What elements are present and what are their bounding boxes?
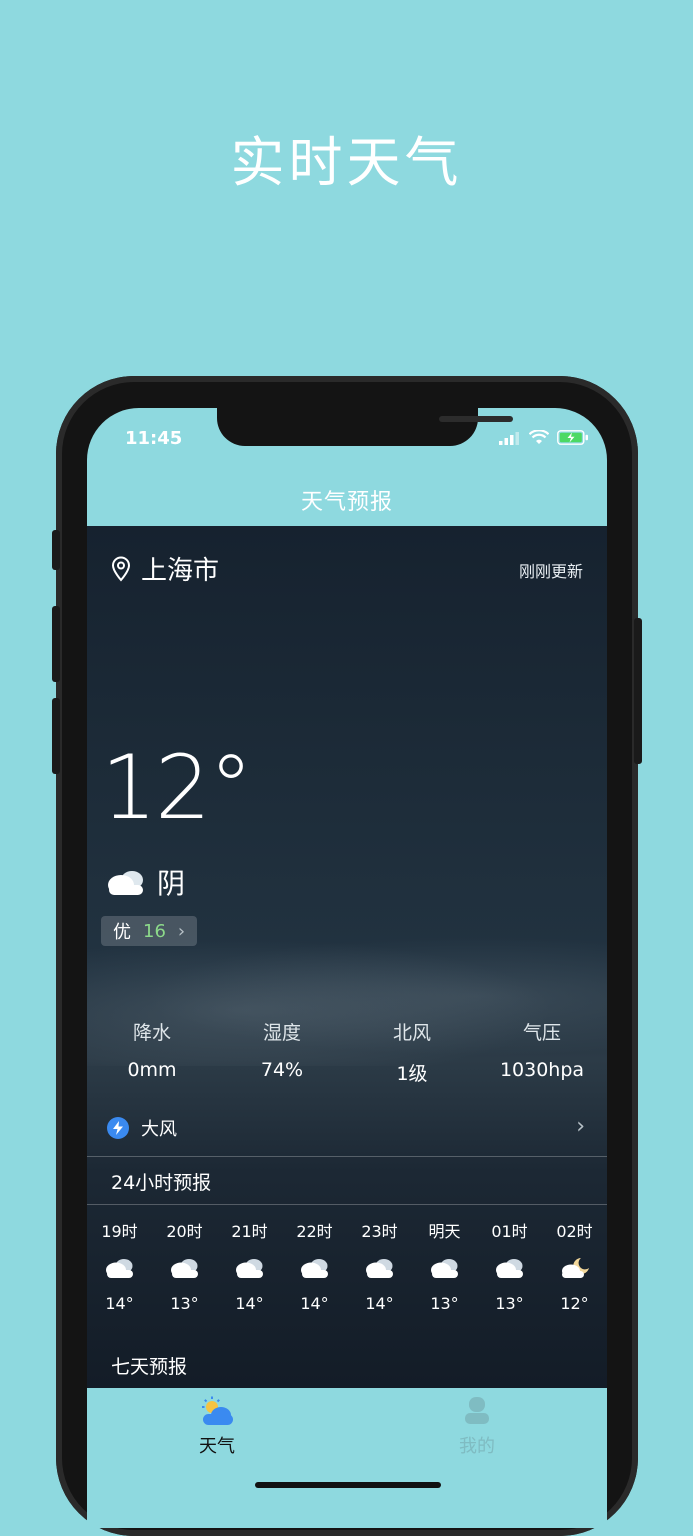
daily-forecast-title: 七天预报 [111,1356,188,1378]
aqi-badge[interactable]: 优 16 › [101,916,198,946]
stat-pressure: 气压 1030hpa [477,1018,607,1086]
tab-label: 我的 [459,1436,495,1457]
stat-label: 湿度 [262,1022,301,1044]
cloudy-night-icon [542,1250,607,1286]
hourly-item: 21时 14° [217,1218,282,1313]
phone-volume-down [52,698,60,774]
condition-row: 阴 [105,862,185,902]
weather-main-panel: 上海市 刚刚更新 12° 阴 优 16 › 降水 0mm 湿度 74% 北风 1… [87,526,607,1388]
hourly-temp: 14° [235,1294,264,1313]
speaker [439,416,513,422]
cloudy-icon [347,1250,412,1286]
hourly-temp: 13° [495,1294,524,1313]
hourly-time: 19时 [101,1222,138,1241]
notch [217,408,513,446]
stat-precipitation: 降水 0mm [87,1018,217,1086]
cloudy-icon [108,871,143,895]
cloudy-icon [412,1250,477,1286]
hourly-temp: 14° [300,1294,329,1313]
home-indicator[interactable] [255,1482,441,1488]
phone-power-button [634,618,642,764]
hourly-time: 21时 [231,1222,268,1241]
hourly-time: 22时 [296,1222,333,1241]
status-time: 11:45 [125,428,183,449]
chevron-right-icon: › [177,920,186,942]
hourly-time: 明天 [428,1222,461,1241]
stat-label: 北风 [392,1022,431,1044]
cloudy-icon [87,1250,152,1286]
hourly-item: 02时 12° [542,1218,607,1313]
phone-screen: 11:45 天气预报 上海市 刚刚更新 12° 阴 优 16 › 降水 0mm … [87,408,607,1528]
wifi-icon [529,430,549,444]
stat-value: 74% [260,1059,304,1081]
tab-me[interactable]: 我的 [417,1396,537,1458]
hourly-temp: 13° [170,1294,199,1313]
city-name: 上海市 [141,556,220,586]
stat-label: 降水 [132,1022,171,1044]
hourly-temp: 14° [105,1294,134,1313]
status-icons [499,430,589,445]
promo-title: 实时天气 [230,131,463,194]
nav-title: 天气预报 [300,490,393,515]
hourly-temp: 14° [365,1294,394,1313]
stat-value: 0mm [127,1059,177,1081]
hourly-item: 22时 14° [282,1218,347,1313]
stat-wind: 北风 1级 [347,1018,477,1086]
hourly-temp: 12° [560,1294,589,1313]
cloudy-icon [152,1250,217,1286]
hourly-forecast-list: 19时 14° 20时 13° 21时 14° 22时 14° 23时 14° 明天 13° 01时 13… [87,1218,607,1313]
stat-humidity: 湿度 74% [217,1018,347,1086]
user-tab-icon [465,1397,489,1424]
stat-label: 气压 [522,1022,561,1044]
tab-label: 天气 [199,1436,235,1457]
aqi-label: 优 [113,922,131,943]
phone-mute-switch [52,530,60,570]
aqi-value: 16 [143,920,166,942]
cloudy-icon [477,1250,542,1286]
update-status: 刚刚更新 [518,562,583,581]
location-pin-icon [111,555,131,582]
weather-alert-row[interactable]: 大风 › [87,1100,607,1157]
hourly-item: 01时 13° [477,1218,542,1313]
chevron-right-icon: › [576,1114,585,1139]
hourly-item: 23时 14° [347,1218,412,1313]
hourly-time: 02时 [556,1222,593,1241]
stats-row: 降水 0mm 湿度 74% 北风 1级 气压 1030hpa [87,1018,607,1086]
alert-text: 大风 [141,1119,177,1140]
stat-value: 1级 [396,1063,428,1085]
stat-value: 1030hpa [499,1059,585,1081]
cloudy-icon [217,1250,282,1286]
phone-volume-up [52,606,60,682]
current-temperature: 12° [101,736,253,839]
tab-bar: 天气 我的 [87,1388,607,1528]
hourly-time: 20时 [166,1222,203,1241]
hourly-item: 明天 13° [412,1218,477,1313]
hourly-temp: 13° [430,1294,459,1313]
cloudy-icon [282,1250,347,1286]
weather-tab-icon [202,1396,233,1425]
tab-weather[interactable]: 天气 [157,1396,277,1458]
hourly-item: 19时 14° [87,1218,152,1313]
hourly-forecast-title: 24小时预报 [111,1172,212,1194]
signal-icon [499,431,519,445]
hourly-item: 20时 13° [152,1218,217,1313]
hourly-time: 23时 [361,1222,398,1241]
condition-text: 阴 [157,867,186,900]
divider [87,1204,607,1205]
battery-charging-icon [557,430,588,445]
location-row[interactable]: 上海市 [111,550,219,587]
hourly-time: 01时 [491,1222,528,1241]
lightning-icon [107,1117,129,1139]
